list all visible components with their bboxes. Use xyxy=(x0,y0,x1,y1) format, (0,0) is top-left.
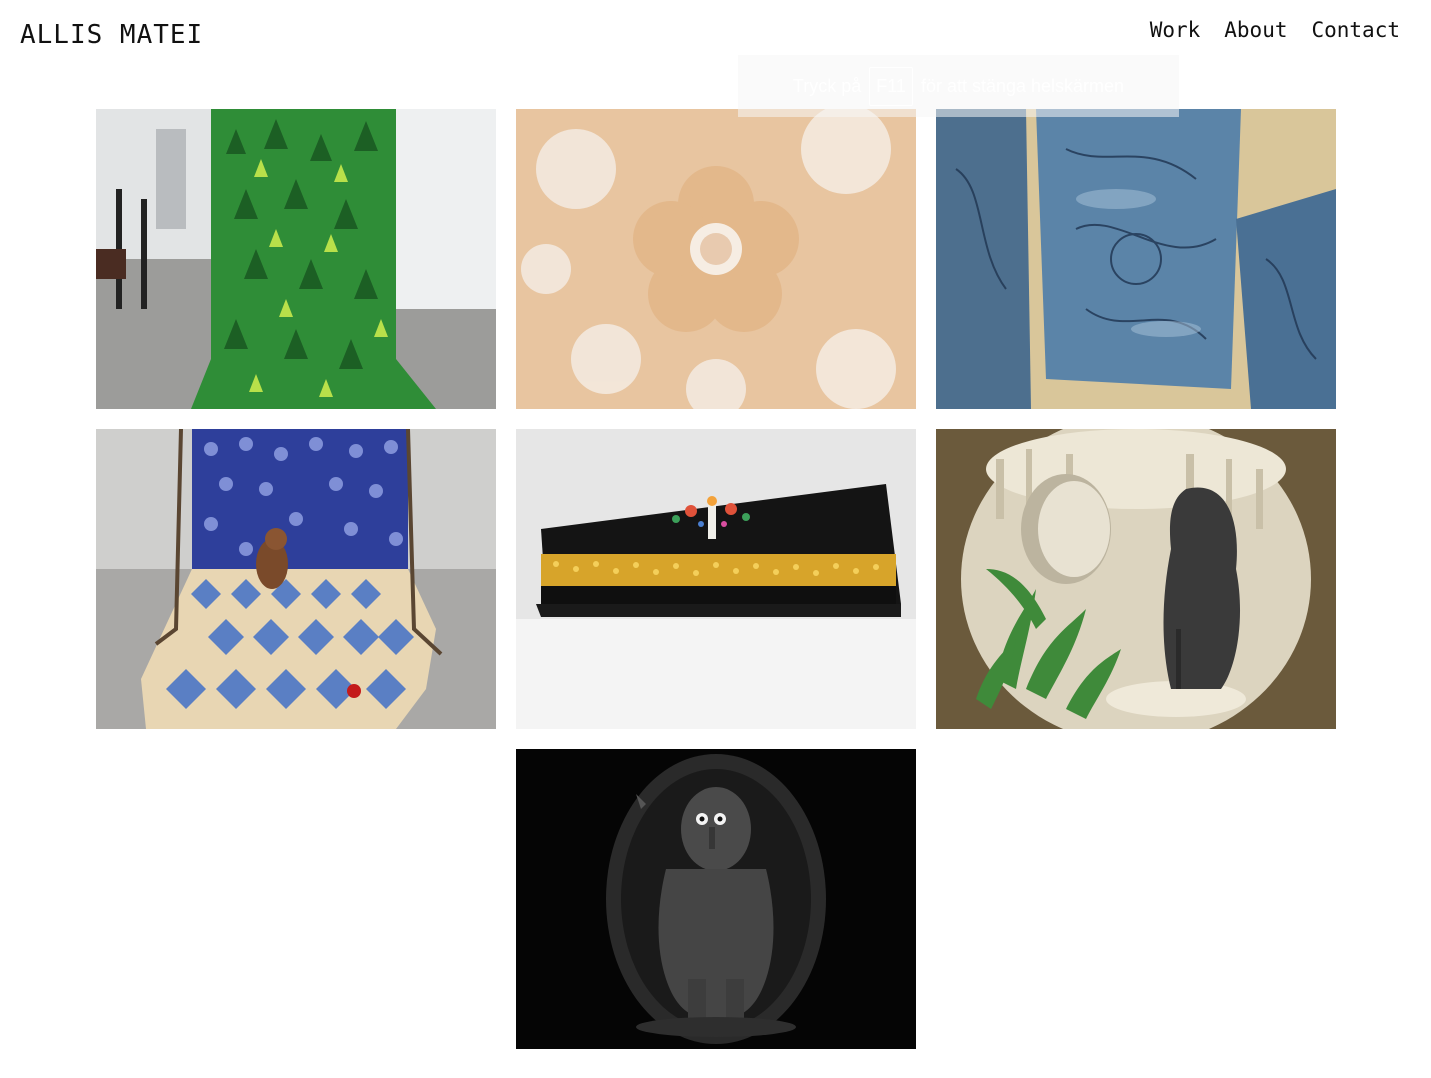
toast-suffix: för att stänga helskärmen xyxy=(920,75,1125,96)
fullscreen-exit-toast: Tryck på F11 för att stänga helskärmen xyxy=(738,55,1179,117)
forest-runner-image xyxy=(96,109,496,409)
blue-satin-image xyxy=(936,109,1336,409)
site-title-link[interactable]: ALLIS MATEI xyxy=(20,20,203,50)
cave-installation-image xyxy=(936,429,1336,729)
toast-key: F11 xyxy=(869,66,913,106)
gallery-tile-blue-quilt[interactable] xyxy=(96,429,496,729)
flower-fabric-image xyxy=(516,109,916,409)
gallery-tile-blue-satin[interactable] xyxy=(936,109,1336,409)
gallery-tile-forest-runner[interactable] xyxy=(96,109,496,409)
gallery-tile-beaded-book[interactable] xyxy=(516,429,916,729)
gallery-tile-flower-fabric[interactable] xyxy=(516,109,916,409)
beaded-book-image xyxy=(516,429,916,729)
gallery-tile-cave-installation[interactable] xyxy=(936,429,1336,729)
toast-prefix: Tryck på xyxy=(792,75,862,96)
blue-quilt-image xyxy=(96,429,496,729)
main-nav: Work About Contact xyxy=(1150,18,1400,42)
gallery-tile-dark-figure[interactable] xyxy=(516,749,916,1049)
nav-work[interactable]: Work xyxy=(1150,18,1201,42)
dark-figure-image xyxy=(516,749,916,1049)
page: ALLIS MATEI Work About Contact Tryck på … xyxy=(0,0,1431,1078)
nav-contact[interactable]: Contact xyxy=(1311,18,1400,42)
nav-about[interactable]: About xyxy=(1224,18,1287,42)
